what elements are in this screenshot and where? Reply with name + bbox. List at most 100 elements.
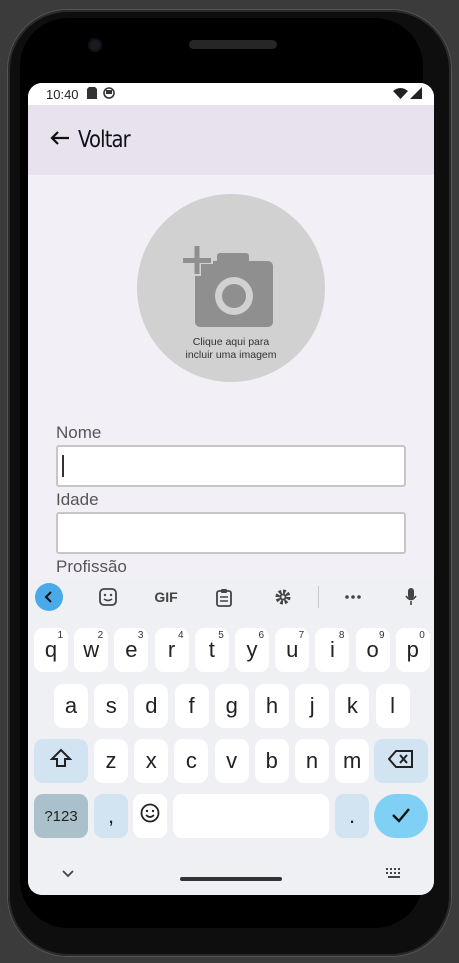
name-input[interactable] — [56, 445, 406, 487]
key-b[interactable]: b — [254, 739, 289, 783]
key-t[interactable]: t5 — [194, 628, 229, 672]
key-k[interactable]: k — [335, 684, 370, 728]
keyboard-switch-icon[interactable] — [386, 865, 402, 883]
back-label: Voltar — [78, 127, 131, 153]
signal-icon — [410, 86, 422, 102]
key-label: r — [167, 637, 176, 662]
mic-icon[interactable] — [397, 583, 425, 611]
key-label: f — [188, 693, 195, 718]
key-label: p — [406, 637, 419, 662]
key-hint: 7 — [298, 630, 305, 641]
key-label: a — [64, 693, 78, 718]
sticker-icon[interactable] — [94, 583, 122, 611]
keyboard-toolbar: GIF — [28, 578, 434, 616]
status-time: 10:40 — [46, 86, 79, 102]
gif-icon[interactable]: GIF — [148, 583, 184, 611]
key-hint: 3 — [137, 630, 144, 641]
key-w[interactable]: w2 — [74, 628, 109, 672]
key-e[interactable]: e3 — [114, 628, 149, 672]
key-label: g — [225, 693, 238, 718]
key-z[interactable]: z — [94, 739, 128, 783]
key-label: e — [125, 637, 138, 662]
key-hint: 0 — [419, 630, 425, 641]
key-q[interactable]: q1 — [34, 628, 68, 672]
comma-key[interactable]: , — [94, 794, 128, 838]
key-n[interactable]: n — [295, 739, 329, 783]
home-indicator[interactable] — [180, 877, 282, 881]
key-x[interactable]: x — [134, 739, 169, 783]
backspace-key[interactable] — [374, 739, 428, 783]
add-photo-button[interactable]: Clique aqui para incluir uma imagem — [137, 194, 325, 382]
key-g[interactable]: g — [214, 684, 249, 728]
age-label: Idade — [56, 490, 99, 509]
key-label: c — [185, 748, 197, 773]
key-c[interactable]: c — [174, 739, 209, 783]
key-label: m — [343, 748, 362, 773]
shift-key[interactable] — [34, 739, 88, 783]
emoji-icon — [140, 803, 160, 829]
key-u[interactable]: u7 — [275, 628, 310, 672]
key-label: u — [286, 637, 299, 662]
age-input[interactable] — [56, 512, 406, 554]
key-hint: 6 — [258, 630, 264, 641]
key-j[interactable]: j — [295, 684, 330, 728]
key-f[interactable]: f — [174, 684, 209, 728]
back-chevron-icon[interactable] — [35, 583, 63, 611]
shift-icon — [49, 748, 73, 774]
more-icon[interactable] — [339, 583, 367, 611]
soft-keyboard: GIF q1w2e3r4t5y6u7i8o9p0 asdfghjkl zxcvb… — [28, 578, 434, 895]
key-d[interactable]: d — [134, 684, 169, 728]
photo-caption-line2: incluir uma imagem — [185, 349, 277, 361]
key-hint: 5 — [218, 630, 224, 641]
key-o[interactable]: o9 — [355, 628, 390, 672]
symbols-key-label: ?123 — [44, 807, 78, 825]
keyboard-nav-bar — [28, 853, 434, 895]
key-label: s — [105, 693, 117, 718]
add-photo-icon — [181, 241, 277, 336]
key-s[interactable]: s — [94, 684, 129, 728]
emoji-key[interactable] — [133, 794, 167, 838]
key-label: d — [145, 693, 158, 718]
key-h[interactable]: h — [255, 684, 289, 728]
key-hint: 2 — [97, 630, 104, 641]
settings-icon[interactable] — [269, 583, 297, 611]
key-v[interactable]: v — [214, 739, 249, 783]
text-caret — [62, 455, 64, 477]
key-y[interactable]: y6 — [235, 628, 269, 672]
key-label: i — [329, 637, 335, 662]
app-bar: Voltar — [28, 105, 434, 175]
key-hint: 4 — [178, 630, 184, 641]
arrow-left-icon — [50, 130, 70, 150]
status-bar: 10:40 — [28, 83, 434, 105]
key-label: b — [265, 748, 278, 773]
earpiece-speaker — [189, 40, 277, 49]
enter-key[interactable] — [374, 794, 428, 838]
back-button[interactable]: Voltar — [50, 127, 139, 153]
screen: 10:40 Voltar Clique aqui para incluir um… — [28, 83, 434, 895]
key-i[interactable]: i8 — [315, 628, 350, 672]
key-label: z — [105, 748, 117, 773]
key-r[interactable]: r4 — [154, 628, 189, 672]
symbols-key[interactable]: ?123 — [34, 794, 88, 838]
name-label: Nome — [56, 423, 102, 442]
key-hint: 9 — [379, 630, 385, 641]
key-label: k — [346, 693, 358, 718]
gif-label: GIF — [154, 589, 178, 605]
key-p[interactable]: p0 — [395, 628, 430, 672]
clipboard-icon[interactable] — [210, 583, 238, 611]
hide-keyboard-icon[interactable] — [62, 865, 74, 883]
key-label: y — [246, 637, 258, 662]
profession-label: Profissão — [56, 557, 127, 576]
key-label: h — [265, 693, 279, 718]
key-m[interactable]: m — [335, 739, 370, 783]
key-a[interactable]: a — [54, 684, 88, 728]
photo-caption-line1: Clique aqui para — [192, 336, 270, 348]
wifi-icon — [393, 87, 408, 102]
checkmark-icon — [391, 803, 411, 829]
space-key[interactable] — [173, 794, 329, 838]
key-l[interactable]: l — [375, 684, 410, 728]
key-label: n — [305, 748, 319, 773]
period-key[interactable]: . — [335, 794, 369, 838]
key-hint: 1 — [57, 630, 63, 641]
key-label: q — [44, 637, 58, 662]
